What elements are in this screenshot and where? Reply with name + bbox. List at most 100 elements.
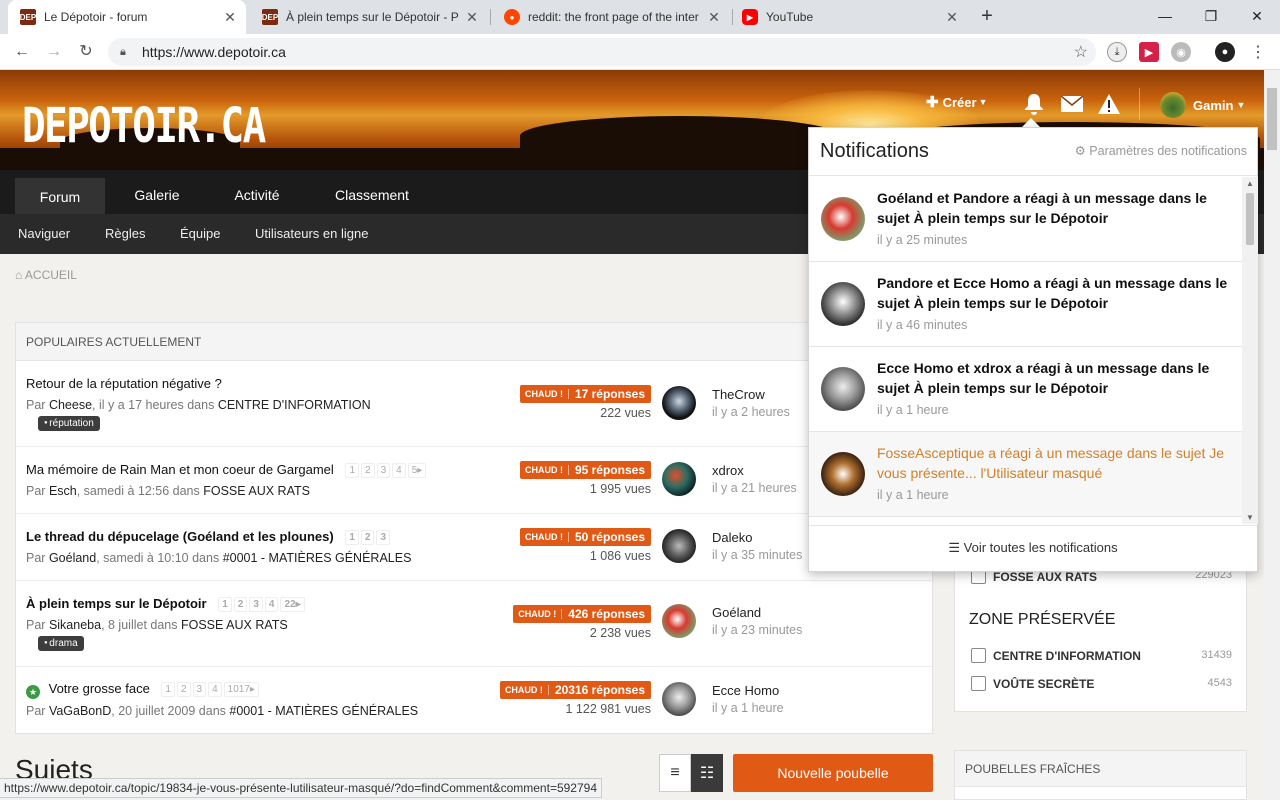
topic-author[interactable]: Goéland xyxy=(49,551,96,565)
last-post-time[interactable]: il y a 2 heures xyxy=(712,405,790,419)
see-all-notifications-link[interactable]: ☰ Voir toutes les notifications xyxy=(809,525,1257,572)
breadcrumb-home[interactable]: ACCUEIL xyxy=(25,268,77,282)
last-poster-name[interactable]: Goéland xyxy=(712,605,761,620)
topic-tag[interactable]: drama xyxy=(38,636,84,651)
browser-tab[interactable]: DEP Le Dépotoir - forum ✕ xyxy=(8,0,246,34)
topic-title[interactable]: ★ Votre grosse face 1 2 3 4 1017▸ xyxy=(26,681,259,699)
topic-row[interactable]: Ma mémoire de Rain Man et mon coeur de G… xyxy=(16,447,932,514)
topic-forum[interactable]: FOSSE AUX RATS xyxy=(203,484,310,498)
warning-icon[interactable] xyxy=(1097,92,1121,116)
grid-list-view-icon[interactable]: ☷ xyxy=(691,754,723,792)
notification-text[interactable]: Ecce Homo et xdrox a réagi à un message … xyxy=(877,358,1232,398)
list-view-icon[interactable]: ≡ xyxy=(659,754,691,792)
user-menu-button[interactable]: Gamin ▼ xyxy=(1160,92,1245,118)
scroll-down-icon[interactable]: ▼ xyxy=(1242,513,1258,522)
scrollbar-thumb[interactable] xyxy=(1267,88,1277,150)
topic-forum[interactable]: #0001 - MATIÈRES GÉNÉRALES xyxy=(223,551,412,565)
category-filter[interactable]: CENTRE D'INFORMATION xyxy=(971,648,1141,663)
topic-title[interactable]: Retour de la réputation négative ? xyxy=(26,376,222,391)
last-poster-avatar[interactable] xyxy=(662,529,696,563)
browser-tab[interactable]: ● reddit: the front page of the inter ✕ xyxy=(492,0,730,34)
nav-tab-galerie[interactable]: Galerie xyxy=(112,178,202,214)
page-link[interactable]: 22▸ xyxy=(280,597,305,613)
topic-title[interactable]: Ma mémoire de Rain Man et mon coeur de G… xyxy=(26,462,427,479)
create-menu-button[interactable]: ✚ Créer ▼ xyxy=(926,93,987,111)
topic-title-text[interactable]: Votre grosse face xyxy=(49,681,150,696)
notification-item[interactable]: FosseAsceptique a réagi à un message dan… xyxy=(809,432,1242,517)
download-icon[interactable]: ⤓ xyxy=(1107,42,1127,62)
notifications-list[interactable]: Goéland et Pandore a réagi à un message … xyxy=(809,177,1242,524)
subnav-utilisateurs-en-ligne[interactable]: Utilisateurs en ligne xyxy=(255,214,368,254)
page-link[interactable]: 1017▸ xyxy=(223,682,259,698)
topic-row[interactable]: Le thread du dépucelage (Goéland et les … xyxy=(16,514,932,581)
page-link[interactable]: 5▸ xyxy=(407,463,427,479)
topic-title-text[interactable]: À plein temps sur le Dépotoir xyxy=(26,596,207,611)
notifications-scrollbar[interactable]: ▲ ▼ xyxy=(1242,177,1258,524)
notification-item[interactable]: Ecce Homo et xdrox a réagi à un message … xyxy=(809,347,1242,432)
last-post-time[interactable]: il y a 35 minutes xyxy=(712,548,802,562)
page-link[interactable]: 1 xyxy=(345,530,359,546)
scroll-up-icon[interactable]: ▲ xyxy=(1242,179,1258,188)
reload-icon[interactable]: ↻ xyxy=(74,40,98,64)
topic-title-text[interactable]: Le thread du dépucelage (Goéland et les … xyxy=(26,529,334,544)
last-poster-name[interactable]: Ecce Homo xyxy=(712,683,779,698)
maximize-icon[interactable]: ❐ xyxy=(1188,4,1234,28)
back-icon[interactable]: ← xyxy=(10,40,34,64)
nav-tab-forum[interactable]: Forum xyxy=(15,178,105,214)
breadcrumb[interactable]: ⌂ ACCUEIL xyxy=(15,268,77,282)
topic-row[interactable]: Retour de la réputation négative ? Par C… xyxy=(16,361,932,447)
page-link[interactable]: 4 xyxy=(264,597,279,613)
page-link[interactable]: 2 xyxy=(233,597,248,613)
last-post-time[interactable]: il y a 23 minutes xyxy=(712,623,802,637)
topic-forum[interactable]: CENTRE D'INFORMATION xyxy=(218,398,371,412)
topic-row[interactable]: ★ Votre grosse face 1 2 3 4 1017▸ Par Va… xyxy=(16,667,932,734)
topic-author[interactable]: Esch xyxy=(49,484,77,498)
see-all-label[interactable]: Voir toutes les notifications xyxy=(964,540,1118,555)
mail-icon[interactable] xyxy=(1060,92,1084,116)
last-poster-name[interactable]: Daleko xyxy=(712,530,752,545)
last-poster-avatar[interactable] xyxy=(662,386,696,420)
minimize-icon[interactable]: — xyxy=(1142,4,1188,28)
close-tab-icon[interactable]: ✕ xyxy=(706,9,722,26)
nav-tab-activite[interactable]: Activité xyxy=(212,178,302,214)
bell-icon[interactable] xyxy=(1022,92,1046,116)
page-link[interactable]: 1 xyxy=(218,597,232,613)
forward-icon[interactable]: → xyxy=(42,40,66,64)
page-link[interactable]: 2 xyxy=(176,682,191,698)
notification-settings-link[interactable]: ⚙ Paramètres des notifications xyxy=(1075,143,1247,158)
page-link[interactable]: 4 xyxy=(392,463,406,479)
nav-tab-classement[interactable]: Classement xyxy=(318,178,426,214)
notification-item[interactable]: Goéland et Pandore a réagi à un message … xyxy=(809,177,1242,262)
page-link[interactable]: 3 xyxy=(192,682,207,698)
checkbox[interactable] xyxy=(971,648,986,663)
address-url[interactable]: https://www.depotoir.ca xyxy=(142,44,286,60)
topic-row[interactable]: À plein temps sur le Dépotoir 1 2 3 4 22… xyxy=(16,581,932,667)
subnav-equipe[interactable]: Équipe xyxy=(180,214,220,254)
page-link[interactable]: 2 xyxy=(361,463,375,479)
profile-avatar-icon[interactable]: ● xyxy=(1215,42,1235,62)
close-tab-icon[interactable]: ✕ xyxy=(944,9,960,26)
notification-item[interactable]: Pandore et Ecce Homo a réagi à un messag… xyxy=(809,262,1242,347)
scrollbar-thumb[interactable] xyxy=(1246,193,1254,245)
new-tab-button[interactable]: + xyxy=(977,5,997,29)
last-post-time[interactable]: il y a 1 heure xyxy=(712,701,784,715)
page-link[interactable]: 3 xyxy=(249,597,263,613)
menu-dots-icon[interactable]: ⋮ xyxy=(1248,42,1268,62)
notification-text[interactable]: FosseAsceptique a réagi à un message dan… xyxy=(877,443,1232,483)
address-bar[interactable]: 🔒︎ https://www.depotoir.ca ☆ xyxy=(108,38,1096,66)
last-post-time[interactable]: il y a 21 heures xyxy=(712,481,797,495)
topic-title-text[interactable]: Ma mémoire de Rain Man et mon coeur de G… xyxy=(26,462,334,477)
last-poster-avatar[interactable] xyxy=(662,462,696,496)
subnav-naviguer[interactable]: Naviguer xyxy=(18,214,70,254)
page-link[interactable]: 1 xyxy=(161,682,175,698)
topic-tag[interactable]: réputation xyxy=(38,416,100,431)
notification-settings-label[interactable]: Paramètres des notifications xyxy=(1089,144,1247,158)
topic-title[interactable]: Le thread du dépucelage (Goéland et les … xyxy=(26,529,391,546)
site-logo[interactable]: DEPOTOIR.CA xyxy=(22,98,266,154)
new-topic-button[interactable]: Nouvelle poubelle xyxy=(733,754,933,792)
topic-title[interactable]: À plein temps sur le Dépotoir 1 2 3 4 22… xyxy=(26,596,305,613)
extension-icon[interactable]: ◉ xyxy=(1171,42,1191,62)
browser-tab[interactable]: ▶ YouTube ✕ xyxy=(730,0,968,34)
notification-text[interactable]: Pandore et Ecce Homo a réagi à un messag… xyxy=(877,273,1232,313)
last-poster-avatar[interactable] xyxy=(662,604,696,638)
